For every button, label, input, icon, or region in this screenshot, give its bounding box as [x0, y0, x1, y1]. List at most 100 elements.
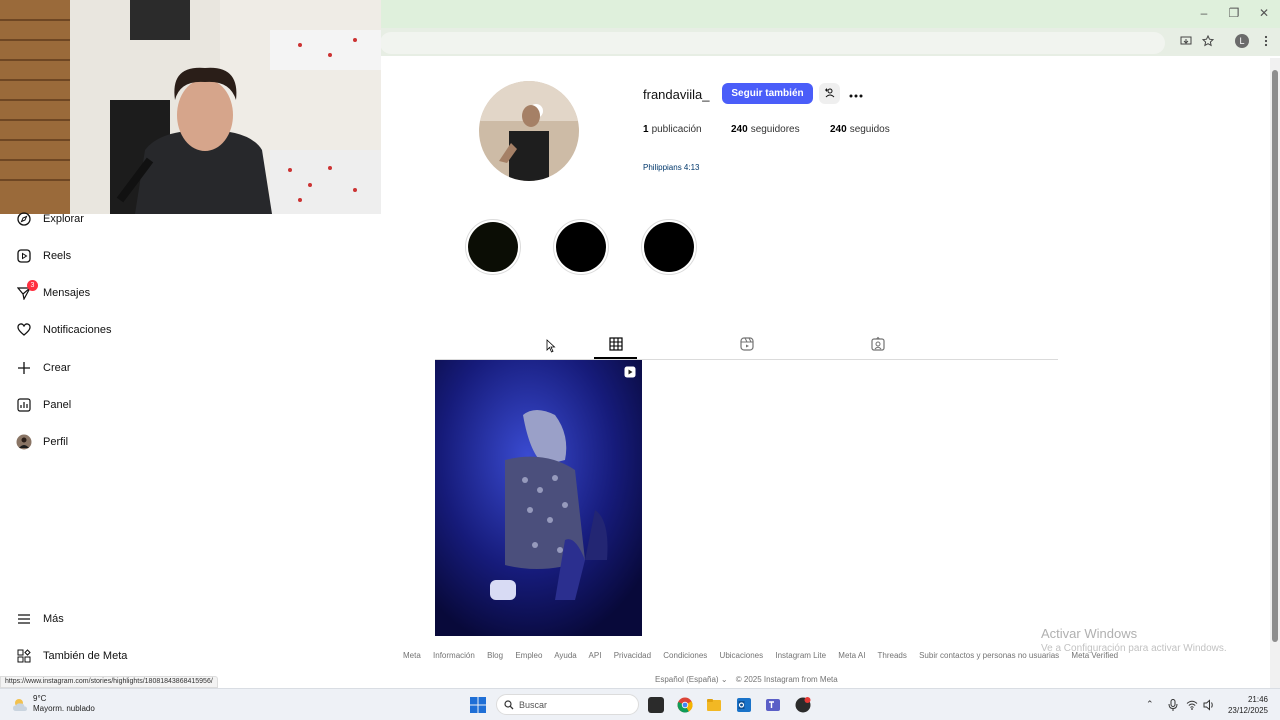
suggested-users-button[interactable] — [819, 83, 840, 104]
microphone-icon[interactable] — [1168, 699, 1178, 711]
grid-apps-icon — [16, 648, 32, 664]
copyright-text: © 2025 Instagram from Meta — [735, 675, 838, 684]
wifi-icon[interactable] — [1186, 700, 1198, 710]
browser-menu-icon[interactable] — [1260, 35, 1272, 47]
footer-link[interactable]: Información — [433, 651, 475, 660]
weather-desc: Mayorm. nublado — [33, 704, 95, 713]
footer-link[interactable]: Ayuda — [554, 651, 577, 660]
profile-avatar[interactable] — [479, 81, 579, 181]
tab-tagged-icon[interactable] — [870, 336, 886, 352]
footer-link[interactable]: Condiciones — [663, 651, 707, 660]
url-field[interactable] — [380, 32, 1165, 54]
clock-date: 23/12/2025 — [1227, 706, 1268, 715]
chevron-down-icon: ⌄ — [718, 675, 730, 684]
footer-link[interactable]: Meta Verified — [1071, 651, 1118, 660]
profile-username: frandaviila_ — [643, 87, 710, 102]
file-explorer-icon[interactable] — [706, 697, 722, 713]
footer-link[interactable]: Instagram Lite — [775, 651, 826, 660]
page-scrollbar[interactable] — [1270, 58, 1280, 688]
footer-bottom: Español (España) ⌄ © 2025 Instagram from… — [655, 675, 838, 684]
footer-link[interactable]: Empleo — [515, 651, 542, 660]
footer-link[interactable]: Threads — [878, 651, 907, 660]
following-stat[interactable]: 240 seguidos — [830, 124, 890, 135]
avatar-icon — [16, 434, 32, 450]
app-icon[interactable] — [795, 697, 811, 713]
more-options-button[interactable] — [846, 84, 866, 104]
sidebar-item-reels[interactable]: Reels — [16, 245, 71, 267]
footer-link[interactable]: Meta — [403, 651, 421, 660]
bookmark-star-icon[interactable] — [1202, 35, 1214, 47]
clock-time: 21:46 — [1247, 695, 1268, 704]
sidebar-item-label: Notificaciones — [43, 324, 112, 336]
taskbar-clock[interactable]: 21:46 23/12/2025 — [1226, 694, 1268, 716]
plus-icon — [16, 360, 32, 376]
footer-link[interactable]: Subir contactos y personas no usuarias — [919, 651, 1059, 660]
add-user-icon — [824, 88, 834, 98]
install-app-icon[interactable] — [1180, 35, 1192, 47]
search-placeholder: Buscar — [519, 700, 548, 710]
sidebar-item-label: Panel — [43, 399, 72, 411]
followers-stat[interactable]: 240 seguidores — [731, 124, 800, 135]
story-highlight[interactable] — [553, 219, 609, 275]
scrollbar-thumb[interactable] — [1272, 70, 1278, 642]
reel-play-icon — [624, 366, 636, 378]
sidebar-item-notificaciones[interactable]: Notificaciones — [16, 319, 111, 341]
footer-link[interactable]: Blog — [487, 651, 503, 660]
sidebar-item-perfil[interactable]: Perfil — [16, 431, 68, 453]
reels-icon — [16, 248, 32, 264]
footer-link[interactable]: Ubicaciones — [720, 651, 764, 660]
sidebar-item-label: Más — [43, 613, 64, 625]
footer-links: Meta Información Blog Empleo Ayuda API P… — [403, 651, 1128, 660]
sidebar-item-label: También de Meta — [43, 650, 128, 662]
sidebar-item-mensajes[interactable]: 3 Mensajes — [16, 280, 91, 304]
outlook-icon[interactable] — [736, 697, 752, 713]
sidebar-item-crear[interactable]: Crear — [16, 357, 71, 379]
teams-icon[interactable] — [765, 697, 781, 713]
sidebar-item-label: Reels — [43, 250, 72, 262]
sidebar-item-label: Explorar — [43, 213, 84, 225]
webcam-overlay — [0, 0, 381, 214]
windows-start-icon[interactable] — [470, 697, 486, 713]
hamburger-icon — [16, 611, 32, 627]
sidebar-item-label: Mensajes — [43, 287, 91, 299]
activate-windows-title: Activar Windows — [1041, 626, 1138, 641]
volume-icon[interactable] — [1203, 699, 1215, 711]
sidebar-item-mas[interactable]: Más — [16, 608, 64, 630]
story-highlight[interactable] — [641, 219, 697, 275]
posts-stat: 1 publicación — [643, 124, 702, 135]
notification-badge: 3 — [27, 280, 38, 291]
tab-posts-grid-icon[interactable] — [608, 336, 624, 352]
tab-reels-icon[interactable] — [739, 336, 755, 352]
browser-profile-avatar[interactable]: L — [1235, 34, 1249, 48]
sidebar-item-panel[interactable]: Panel — [16, 394, 71, 416]
chart-icon — [16, 397, 32, 413]
link-status-url: https://www.instagram.com/stories/highli… — [0, 676, 218, 688]
sidebar-item-label: Perfil — [43, 436, 69, 448]
compass-icon — [16, 211, 32, 227]
sidebar-item-label: Crear — [43, 362, 71, 374]
weather-temp: 9°C — [33, 694, 47, 703]
task-view-icon[interactable] — [648, 697, 664, 713]
sidebar-item-explorar[interactable]: Explorar — [16, 208, 84, 230]
ellipsis-icon — [849, 94, 863, 98]
language-selector[interactable]: Español (España) — [655, 675, 719, 684]
close-window-button[interactable]: ✕ — [1256, 6, 1272, 20]
sidebar-item-also-meta[interactable]: También de Meta — [16, 645, 127, 667]
follow-back-button[interactable]: Seguir también — [722, 83, 813, 104]
chevron-up-icon[interactable]: ⌃ — [1146, 699, 1154, 710]
taskbar-search[interactable]: Buscar — [496, 694, 639, 715]
minimize-button[interactable]: – — [1196, 6, 1212, 20]
footer-link[interactable]: Privacidad — [614, 651, 651, 660]
footer-link[interactable]: API — [589, 651, 602, 660]
heart-icon — [16, 322, 32, 338]
search-icon — [504, 700, 514, 710]
weather-cloud-icon — [13, 699, 27, 711]
footer-link[interactable]: Meta AI — [838, 651, 865, 660]
post-thumbnail[interactable] — [435, 360, 642, 636]
story-highlight[interactable] — [465, 219, 521, 275]
weather-widget[interactable]: 9°C Mayorm. nublado — [33, 694, 95, 714]
chrome-icon[interactable] — [677, 697, 693, 713]
profile-bio: Philippians 4:13 — [643, 163, 700, 172]
maximize-button[interactable]: ❐ — [1226, 6, 1242, 20]
windows-taskbar: 9°C Mayorm. nublado Buscar ⌃ 21:46 23/12… — [0, 688, 1280, 720]
